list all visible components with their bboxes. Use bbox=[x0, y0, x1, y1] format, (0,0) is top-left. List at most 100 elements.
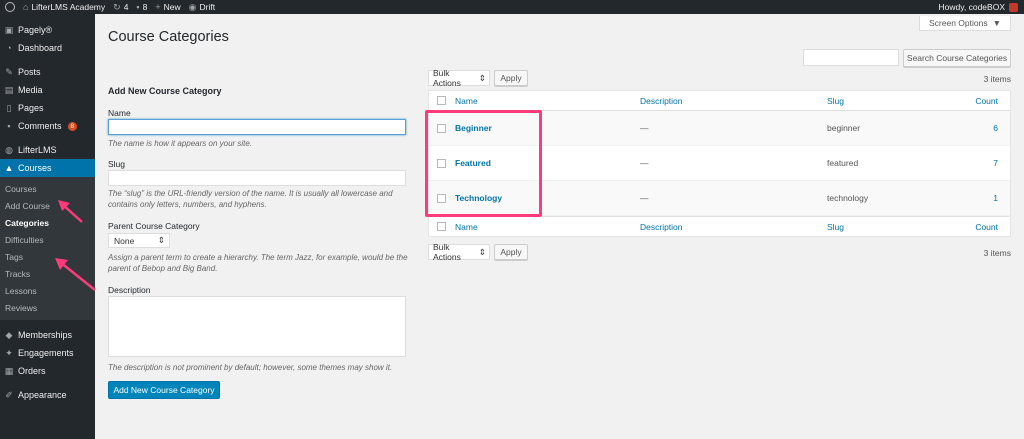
category-count-link[interactable]: 1 bbox=[993, 193, 998, 203]
select-arrows-icon: ⇕ bbox=[157, 235, 165, 245]
description-label: Description bbox=[108, 285, 151, 295]
sidebar-item-media[interactable]: ▤ Media bbox=[0, 81, 95, 99]
table-row: Featured — featured 7 bbox=[429, 146, 1010, 181]
add-category-button[interactable]: Add New Course Category bbox=[108, 381, 220, 399]
drift-link[interactable]: ◉ Drift bbox=[189, 2, 215, 13]
page-icon: ▯ bbox=[6, 102, 12, 113]
engagement-icon: ✦ bbox=[5, 347, 13, 358]
sidebar-item-courses[interactable]: ▲ Courses bbox=[0, 159, 95, 177]
row-checkbox[interactable] bbox=[437, 193, 446, 203]
cart-icon: ▦ bbox=[4, 365, 14, 376]
table-row: Beginner — beginner 6 bbox=[429, 111, 1010, 146]
site-name-link[interactable]: ⌂ LifterLMS Academy bbox=[23, 2, 105, 12]
page-title: Course Categories bbox=[108, 29, 229, 45]
pin-icon: ✎ bbox=[5, 66, 13, 77]
submenu-item-reviews[interactable]: Reviews bbox=[0, 299, 95, 316]
parent-description: Assign a parent term to create a hierarc… bbox=[108, 253, 408, 273]
category-slug: featured bbox=[827, 158, 859, 168]
parent-label: Parent Course Category bbox=[108, 221, 200, 231]
parent-select[interactable]: None ⇕ bbox=[108, 233, 170, 248]
submenu-item-courses[interactable]: Courses bbox=[0, 180, 95, 197]
comments-link[interactable]: ▪ 8 bbox=[136, 2, 147, 12]
select-all-checkbox[interactable] bbox=[437, 96, 446, 105]
avatar bbox=[1009, 2, 1018, 12]
submenu-item-difficulties[interactable]: Difficulties bbox=[0, 231, 95, 248]
sidebar-item-lifterlms[interactable]: ◍ LifterLMS bbox=[0, 141, 95, 159]
name-input[interactable] bbox=[108, 119, 406, 135]
tablenav-top: Bulk Actions ⇕ Apply bbox=[428, 68, 528, 88]
submenu-item-categories[interactable]: Categories bbox=[0, 214, 95, 231]
table-row: Technology — technology 1 bbox=[429, 181, 1010, 216]
search-categories-button[interactable]: Search Course Categories bbox=[903, 49, 1011, 67]
row-checkbox[interactable] bbox=[437, 158, 446, 168]
comment-icon: ▪ bbox=[7, 121, 11, 131]
admin-bar: ⌂ LifterLMS Academy ↻ 4 ▪ 8 + New ◉ Drift How… bbox=[0, 0, 1024, 14]
slug-description: The “slug” is the URL-friendly version o… bbox=[108, 189, 393, 209]
sidebar-item-appearance[interactable]: ✐ Appearance bbox=[0, 386, 95, 404]
tablenav-bottom: Bulk Actions ⇕ Apply bbox=[428, 242, 528, 262]
refresh-icon: ↻ bbox=[113, 1, 121, 12]
column-description[interactable]: Description bbox=[640, 96, 683, 106]
media-icon: ▤ bbox=[4, 84, 14, 95]
plus-icon: + bbox=[155, 2, 161, 12]
courses-submenu: Courses Add Course Categories Difficulti… bbox=[0, 177, 95, 320]
new-content-link[interactable]: + New bbox=[155, 2, 180, 12]
category-count-link[interactable]: 7 bbox=[993, 158, 998, 168]
sidebar-item-orders[interactable]: ▦ Orders bbox=[0, 362, 95, 380]
sidebar-item-posts[interactable]: ✎ Posts bbox=[0, 63, 95, 81]
category-name-link[interactable]: Technology bbox=[455, 193, 502, 203]
form-heading: Add New Course Category bbox=[108, 86, 222, 96]
apply-button[interactable]: Apply bbox=[494, 70, 528, 86]
row-checkbox[interactable] bbox=[437, 123, 446, 133]
lifterlms-icon: ◍ bbox=[5, 144, 13, 155]
category-description: — bbox=[640, 123, 649, 133]
sidebar-item-pagely[interactable]: ▣ Pagely® bbox=[0, 21, 95, 39]
name-description: The name is how it appears on your site. bbox=[108, 139, 253, 148]
membership-icon: ◆ bbox=[5, 329, 13, 340]
column-count[interactable]: Count bbox=[975, 96, 998, 106]
wordpress-logo-icon[interactable] bbox=[5, 2, 15, 12]
sidebar-item-engagements[interactable]: ✦ Engagements bbox=[0, 344, 95, 362]
select-arrows-icon: ⇕ bbox=[478, 246, 486, 257]
table-header: Name Description Slug Count bbox=[429, 91, 1010, 111]
category-description: — bbox=[640, 158, 649, 168]
submenu-item-tags[interactable]: Tags bbox=[0, 248, 95, 265]
items-count: 3 items bbox=[983, 248, 1011, 258]
submenu-item-add-course[interactable]: Add Course bbox=[0, 197, 95, 214]
sidebar-item-comments[interactable]: ▪ Comments 8 bbox=[0, 117, 95, 135]
my-account[interactable]: Howdy, codeBOX bbox=[939, 2, 1018, 12]
screen-options-button[interactable]: Screen Options ▼ bbox=[918, 16, 1011, 31]
select-arrows-icon: ⇕ bbox=[478, 72, 486, 83]
search-input[interactable] bbox=[803, 49, 899, 66]
category-name-link[interactable]: Featured bbox=[455, 158, 491, 168]
bulk-actions-select[interactable]: Bulk Actions ⇕ bbox=[428, 68, 490, 88]
updates-link[interactable]: ↻ 4 bbox=[113, 2, 128, 13]
slug-input[interactable] bbox=[108, 170, 406, 186]
category-count-link[interactable]: 6 bbox=[993, 123, 998, 133]
category-slug: technology bbox=[827, 193, 869, 203]
dashboard-icon: ◔ bbox=[6, 43, 12, 53]
apply-button[interactable]: Apply bbox=[494, 244, 528, 260]
category-name-link[interactable]: Beginner bbox=[455, 123, 492, 133]
column-name[interactable]: Name bbox=[455, 96, 478, 106]
sidebar-item-pages[interactable]: ▯ Pages bbox=[0, 99, 95, 117]
column-description[interactable]: Description bbox=[640, 222, 683, 232]
comments-count-badge: 8 bbox=[67, 121, 78, 131]
sidebar-item-dashboard[interactable]: ◔ Dashboard bbox=[0, 39, 95, 57]
select-all-checkbox[interactable] bbox=[437, 222, 446, 231]
name-label: Name bbox=[108, 108, 131, 118]
bulk-actions-select[interactable]: Bulk Actions ⇕ bbox=[428, 242, 490, 262]
description-textarea[interactable] bbox=[108, 296, 406, 357]
column-slug[interactable]: Slug bbox=[827, 222, 844, 232]
column-name[interactable]: Name bbox=[455, 222, 478, 232]
drift-icon: ◉ bbox=[188, 1, 197, 12]
submenu-item-lessons[interactable]: Lessons bbox=[0, 282, 95, 299]
column-count[interactable]: Count bbox=[975, 222, 998, 232]
comment-icon: ▪ bbox=[136, 2, 140, 12]
brush-icon: ✐ bbox=[5, 389, 13, 400]
sidebar-item-memberships[interactable]: ◆ Memberships bbox=[0, 326, 95, 344]
graduation-cap-icon: ▲ bbox=[4, 163, 14, 173]
column-slug[interactable]: Slug bbox=[827, 96, 844, 106]
submenu-item-tracks[interactable]: Tracks bbox=[0, 265, 95, 282]
category-slug: beginner bbox=[827, 123, 861, 133]
